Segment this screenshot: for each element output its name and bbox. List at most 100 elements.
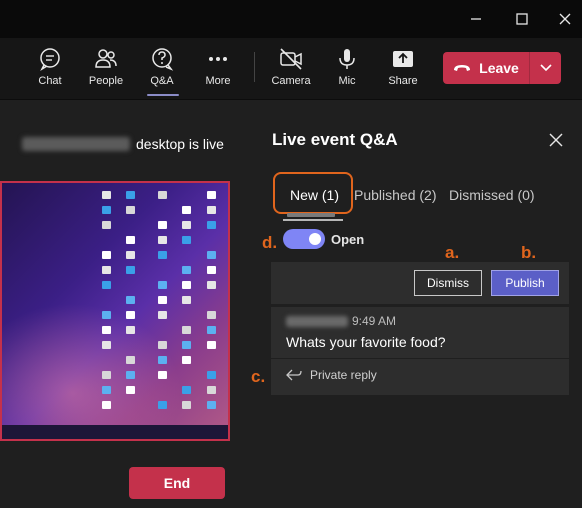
desktop-taskbar xyxy=(2,425,228,439)
desktop-icon xyxy=(158,401,167,409)
presenter-status-text: desktop is live xyxy=(136,136,224,152)
desktop-icon xyxy=(182,281,191,289)
qa-active-indicator xyxy=(147,94,179,96)
people-icon xyxy=(95,49,117,68)
chat-label: Chat xyxy=(38,75,62,87)
private-reply-label: Private reply xyxy=(310,368,377,382)
leave-options-button[interactable] xyxy=(530,52,561,84)
presenter-status: desktop is live xyxy=(22,134,242,154)
share-label: Share xyxy=(388,75,418,87)
annotation-d: d. xyxy=(262,233,278,252)
leave-button[interactable]: Leave xyxy=(443,52,561,84)
desktop-icon xyxy=(182,221,191,229)
desktop-icon xyxy=(102,221,111,229)
tab-dismissed[interactable]: Dismissed (0) xyxy=(449,187,535,203)
desktop-icon xyxy=(126,326,135,334)
desktop-icon xyxy=(102,281,111,289)
desktop-icon xyxy=(207,311,216,319)
desktop-icon xyxy=(126,386,135,394)
desktop-icon xyxy=(207,326,216,334)
leave-main-button[interactable]: Leave xyxy=(443,52,529,84)
desktop-icon xyxy=(158,341,167,349)
desktop-icon xyxy=(207,371,216,379)
tab-new[interactable]: New (1) xyxy=(290,187,339,203)
desktop-icon xyxy=(126,251,135,259)
people-label: People xyxy=(88,75,124,87)
desktop-icon xyxy=(126,266,135,274)
desktop-icon xyxy=(126,191,135,199)
question-divider xyxy=(271,358,569,359)
toolbar-divider xyxy=(254,52,255,82)
end-button[interactable]: End xyxy=(129,467,225,499)
desktop-icon xyxy=(182,236,191,244)
mic-button[interactable]: Mic xyxy=(319,46,375,96)
meeting-toolbar: Chat People Q&A More Camera Mic Share Le… xyxy=(0,38,582,100)
wallpaper-swirl xyxy=(2,303,182,439)
desktop-icon xyxy=(182,356,191,364)
desktop-icon xyxy=(126,296,135,304)
maximize-icon[interactable] xyxy=(510,8,534,30)
desktop-icon xyxy=(158,191,167,199)
desktop-icon xyxy=(158,251,167,259)
publish-button[interactable]: Publish xyxy=(491,270,559,296)
close-icon[interactable] xyxy=(546,130,566,150)
desktop-icon xyxy=(207,281,216,289)
more-icon xyxy=(209,57,227,61)
desktop-icon xyxy=(158,356,167,364)
qa-panel-title: Live event Q&A xyxy=(272,130,398,149)
desktop-icon xyxy=(102,341,111,349)
desktop-icon xyxy=(126,206,135,214)
desktop-icon xyxy=(158,236,167,244)
tab-new-underline xyxy=(287,213,335,217)
people-button[interactable]: People xyxy=(78,46,134,96)
more-button[interactable]: More xyxy=(190,46,246,96)
question-text: Whats your favorite food? xyxy=(286,334,446,350)
desktop-icon xyxy=(158,221,167,229)
desktop-icon xyxy=(158,311,167,319)
tab-published[interactable]: Published (2) xyxy=(354,187,437,203)
asker-name-redacted xyxy=(286,315,348,327)
desktop-icon xyxy=(102,251,111,259)
camera-off-icon xyxy=(280,48,302,70)
presenter-name-redacted xyxy=(22,137,130,151)
private-reply-button[interactable]: Private reply xyxy=(286,368,377,382)
open-toggle-row: Open xyxy=(283,229,364,249)
leave-label: Leave xyxy=(479,60,519,76)
camera-label: Camera xyxy=(271,75,311,87)
hang-up-icon xyxy=(454,65,471,71)
chat-icon xyxy=(40,48,60,71)
open-toggle[interactable] xyxy=(283,229,325,249)
desktop-icon xyxy=(158,281,167,289)
question-time: 9:49 AM xyxy=(352,314,397,328)
desktop-icon xyxy=(207,251,216,259)
mic-label: Mic xyxy=(338,75,356,87)
desktop-icon xyxy=(182,206,191,214)
desktop-icon xyxy=(158,371,167,379)
qa-button[interactable]: Q&A xyxy=(134,46,190,96)
toggle-knob xyxy=(309,233,321,245)
qa-label: Q&A xyxy=(150,75,174,87)
more-label: More xyxy=(205,75,231,87)
desktop-icon xyxy=(182,401,191,409)
desktop-icon xyxy=(102,401,111,409)
share-button[interactable]: Share xyxy=(375,46,431,96)
minimize-icon[interactable] xyxy=(464,8,488,30)
close-icon[interactable] xyxy=(553,8,577,30)
tab-new-underline-highlight xyxy=(283,219,343,221)
question-meta: 9:49 AM xyxy=(286,314,396,328)
share-icon xyxy=(393,51,413,67)
desktop-icon xyxy=(102,326,111,334)
reply-icon xyxy=(286,369,302,381)
desktop-icon xyxy=(182,266,191,274)
mic-icon xyxy=(339,49,355,69)
desktop-icon xyxy=(207,341,216,349)
camera-button[interactable]: Camera xyxy=(263,46,319,96)
desktop-icon xyxy=(182,326,191,334)
desktop-icon xyxy=(102,311,111,319)
desktop-icon xyxy=(207,191,216,199)
dismiss-button[interactable]: Dismiss xyxy=(414,270,482,296)
chevron-down-icon xyxy=(539,64,552,72)
title-bar xyxy=(0,0,582,38)
chat-button[interactable]: Chat xyxy=(22,46,78,96)
open-toggle-label: Open xyxy=(331,231,365,247)
